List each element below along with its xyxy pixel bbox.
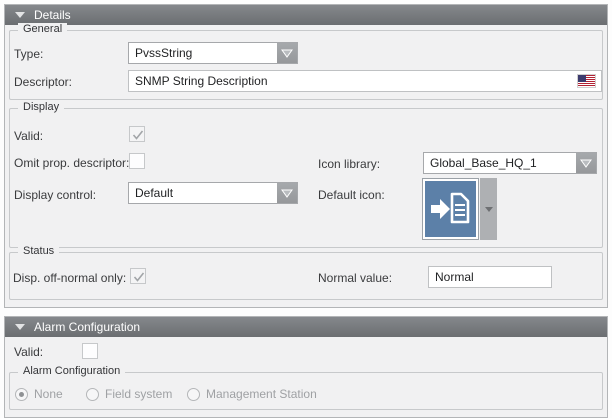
alarm-config-legend: Alarm Configuration	[18, 365, 125, 377]
display-control-dropdown[interactable]: Default	[128, 182, 298, 204]
default-icon-label: Default icon:	[318, 188, 385, 202]
default-icon-dropdown-arrow-icon	[485, 207, 493, 212]
collapse-triangle-icon	[15, 324, 25, 330]
radio-management-station-label: Management Station	[206, 387, 317, 401]
normal-value-input-wrap	[428, 266, 552, 288]
type-value: PvssString	[135, 46, 192, 60]
display-group: Display	[9, 108, 603, 248]
off-normal-label: Disp. off-normal only:	[13, 271, 126, 285]
default-icon-dropdown-strip[interactable]	[480, 178, 497, 240]
radio-management-station[interactable]: Management Station	[187, 387, 317, 401]
omit-descriptor-checkbox[interactable]	[129, 153, 145, 169]
collapse-triangle-icon	[15, 12, 25, 18]
normal-value-label: Normal value:	[318, 271, 392, 285]
display-control-label: Display control:	[14, 188, 96, 202]
descriptor-label: Descriptor:	[14, 75, 72, 89]
alarm-header[interactable]: Alarm Configuration	[5, 317, 607, 337]
status-legend: Status	[18, 245, 59, 257]
descriptor-input[interactable]	[129, 71, 601, 91]
alarm-configuration-panel: Alarm Configuration Valid: Alarm Configu…	[4, 316, 608, 418]
radio-field-system-circle-icon	[86, 388, 99, 401]
general-legend: General	[18, 23, 67, 35]
radio-field-system[interactable]: Field system	[86, 387, 172, 401]
type-dropdown[interactable]: PvssString	[128, 42, 298, 64]
display-valid-checkbox[interactable]	[129, 126, 145, 142]
display-valid-label: Valid:	[14, 129, 43, 143]
display-control-value: Default	[135, 186, 173, 200]
icon-library-dropdown-arrow-icon[interactable]	[576, 153, 596, 173]
details-title: Details	[34, 8, 71, 22]
type-dropdown-arrow-icon[interactable]	[277, 43, 297, 63]
alarm-valid-checkbox[interactable]	[82, 343, 98, 359]
default-icon-button[interactable]	[422, 178, 479, 240]
radio-management-station-circle-icon	[187, 388, 200, 401]
display-legend: Display	[18, 101, 64, 113]
off-normal-checkbox[interactable]	[130, 268, 146, 284]
radio-none[interactable]: None	[15, 387, 63, 401]
omit-descriptor-label: Omit prop. descriptor:	[14, 156, 129, 170]
icon-library-label: Icon library:	[318, 157, 380, 171]
details-header[interactable]: Details	[5, 5, 607, 25]
icon-library-value: Global_Base_HQ_1	[430, 156, 537, 170]
type-label: Type:	[14, 47, 43, 61]
arrow-to-document-icon	[425, 181, 476, 237]
normal-value-input[interactable]	[429, 267, 551, 287]
display-control-dropdown-arrow-icon[interactable]	[277, 183, 297, 203]
icon-library-dropdown[interactable]: Global_Base_HQ_1	[423, 152, 597, 174]
radio-none-label: None	[34, 387, 63, 401]
alarm-valid-label: Valid:	[14, 345, 43, 359]
radio-none-circle-icon	[15, 388, 28, 401]
alarm-title: Alarm Configuration	[34, 320, 140, 334]
radio-field-system-label: Field system	[105, 387, 172, 401]
details-panel: Details General Type: PvssString Descrip…	[4, 4, 608, 308]
descriptor-input-wrap	[128, 70, 602, 92]
us-flag-icon	[578, 75, 595, 87]
